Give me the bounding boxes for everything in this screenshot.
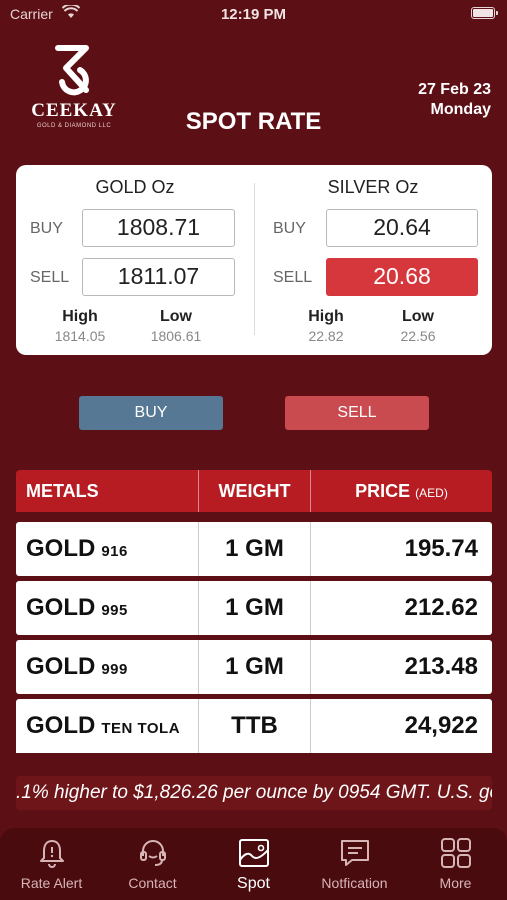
gold-buy-price: 1808.71 [82, 209, 235, 247]
date-label: 27 Feb 23 [418, 81, 491, 98]
silver-sell-label: SELL [273, 269, 313, 286]
column-header-price: PRICE (AED) [310, 470, 492, 512]
silver-buy-price: 20.64 [326, 209, 478, 247]
tab-label-spot: Spot [237, 875, 270, 892]
price-cell: 212.62 [310, 581, 492, 635]
table-row: GOLD 999 1 GM 213.48 [16, 640, 492, 694]
gold-low-value: 1806.61 [150, 328, 202, 344]
buy-button[interactable]: BUY [79, 396, 223, 430]
tab-contact[interactable]: Contact [102, 828, 203, 900]
metal-cell: GOLD TEN TOLA [26, 699, 180, 753]
silver-title: SILVER Oz [327, 177, 419, 197]
metal-name: GOLD [26, 594, 96, 621]
silver-sell-price: 20.68 [326, 258, 478, 296]
status-time: 12:19 PM [220, 6, 287, 23]
silver-rates: SILVER Oz BUY 20.64 SELL 20.68 High 22.8… [254, 165, 492, 355]
gold-sell-label: SELL [30, 269, 70, 286]
price-cell: 213.48 [310, 640, 492, 694]
metal-cell: GOLD 916 [26, 522, 128, 576]
metal-name: GOLD [26, 535, 96, 562]
bell-icon [40, 840, 64, 868]
date-block: 27 Feb 23 Monday [418, 80, 491, 120]
price-unit-label: (AED) [415, 486, 448, 500]
column-header-metals: METALS [26, 481, 99, 501]
metal-purity: 995 [101, 602, 128, 619]
metal-purity: 999 [101, 661, 128, 678]
column-header-weight: WEIGHT [198, 470, 310, 512]
message-icon [341, 840, 369, 866]
price-cell: 24,922 [310, 699, 492, 753]
weight-cell: 1 GM [198, 581, 310, 635]
tab-label-notification: Notfication [321, 875, 388, 891]
weight-cell: 1 GM [198, 522, 310, 576]
tab-more[interactable]: More [405, 828, 506, 900]
weight-cell: TTB [198, 699, 310, 753]
silver-high-label: High [308, 308, 344, 325]
metal-name: GOLD [26, 712, 96, 739]
silver-low-label: Low [402, 308, 434, 325]
silver-buy-label: BUY [273, 220, 306, 237]
metal-name: GOLD [26, 653, 96, 680]
table-row: GOLD 916 1 GM 195.74 [16, 522, 492, 576]
price-header-label: PRICE [355, 481, 411, 501]
metal-purity: 916 [101, 543, 128, 560]
chart-icon [239, 839, 269, 867]
grid-icon [441, 838, 471, 868]
gold-high-label: High [62, 308, 98, 325]
table-row: GOLD TEN TOLA TTB 24,922 [16, 699, 492, 753]
gold-title: GOLD Oz [95, 177, 175, 197]
tab-label-contact: Contact [128, 875, 177, 891]
price-cell: 195.74 [310, 522, 492, 576]
gold-buy-label: BUY [30, 220, 63, 237]
ticker-text: .1% higher to $1,826.26 per ounce by 095… [16, 782, 492, 803]
day-label: Monday [430, 101, 491, 118]
status-bar: Carrier 12:19 PM [0, 0, 507, 28]
tab-spot[interactable]: Spot [203, 828, 304, 900]
silver-high-value: 22.82 [308, 328, 344, 344]
tab-rate-alert[interactable]: Rate Alert [1, 828, 102, 900]
rate-card: GOLD Oz BUY 1808.71 SELL 1811.07 High 18… [16, 165, 492, 355]
metal-cell: GOLD 999 [26, 640, 128, 694]
news-ticker: .1% higher to $1,826.26 per ounce by 095… [16, 776, 492, 810]
table-header: METALS WEIGHT PRICE (AED) [16, 470, 492, 512]
headset-icon [140, 840, 166, 866]
gold-sell-price: 1811.07 [82, 258, 235, 296]
tab-label-more: More [439, 875, 472, 891]
metal-purity: TEN TOLA [101, 720, 181, 737]
ceekay-logo-icon [55, 45, 89, 96]
gold-low-label: Low [160, 308, 192, 325]
battery-icon [471, 7, 498, 19]
gold-high-value: 1814.05 [54, 328, 106, 344]
tab-notification[interactable]: Notfication [304, 828, 405, 900]
tab-bar: Rate Alert Contact Spot Notfication More [0, 828, 507, 900]
gold-rates: GOLD Oz BUY 1808.71 SELL 1811.07 High 18… [16, 165, 254, 355]
tab-label-rate-alert: Rate Alert [20, 875, 83, 891]
table-row: GOLD 995 1 GM 212.62 [16, 581, 492, 635]
weight-cell: 1 GM [198, 640, 310, 694]
sell-button[interactable]: SELL [285, 396, 429, 430]
metal-cell: GOLD 995 [26, 581, 128, 635]
silver-low-value: 22.56 [400, 328, 436, 344]
